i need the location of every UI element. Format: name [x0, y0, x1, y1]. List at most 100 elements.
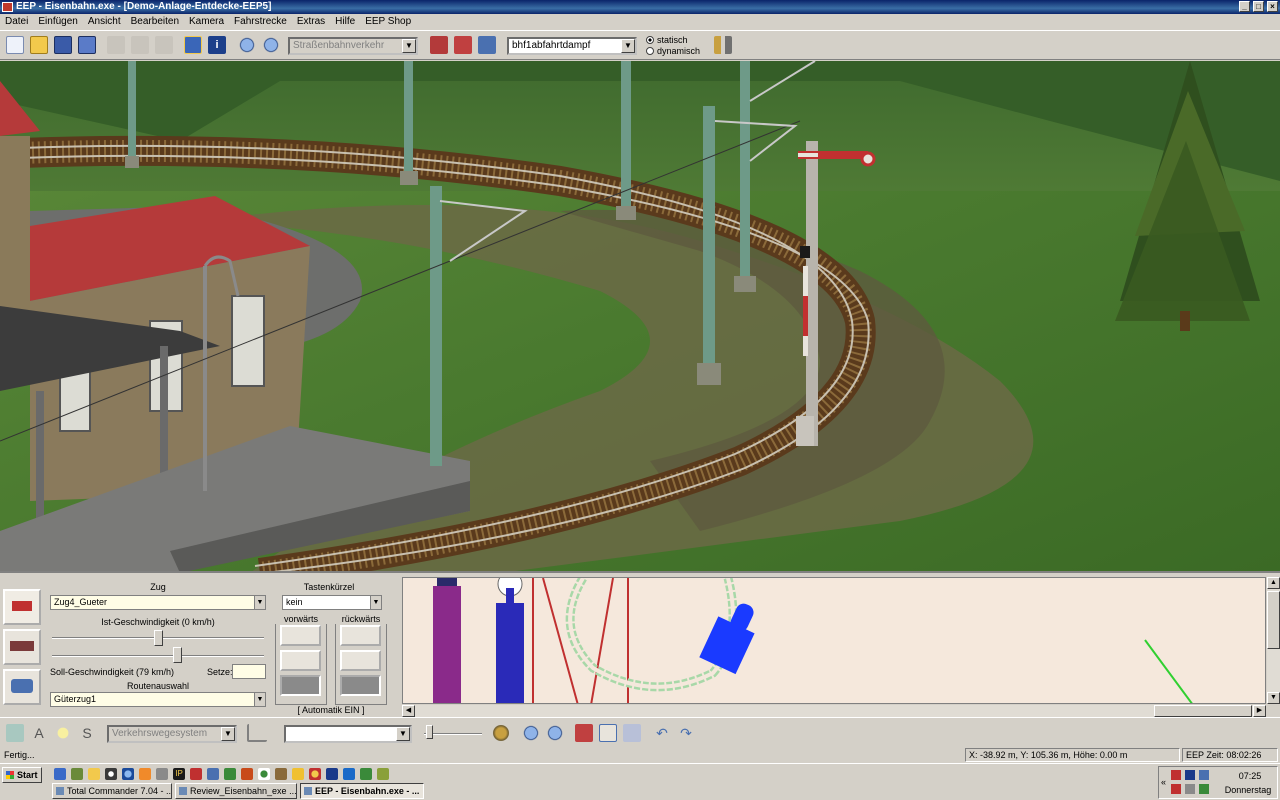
- close-button[interactable]: ×: [1267, 1, 1278, 12]
- shortcut-select[interactable]: kein ▼: [282, 595, 382, 610]
- track-plan-canvas[interactable]: [402, 577, 1266, 704]
- start-button[interactable]: Start: [2, 767, 42, 783]
- vertical-scroll-thumb[interactable]: [1267, 591, 1280, 649]
- edit-mode-icon[interactable]: [184, 36, 202, 54]
- forward-train-button[interactable]: [280, 625, 321, 646]
- tray-icon-1[interactable]: [1171, 770, 1181, 780]
- plan-horizontal-scrollbar[interactable]: ◀ ▶: [402, 705, 1266, 717]
- cube-icon[interactable]: [623, 724, 641, 742]
- task-total-commander[interactable]: Total Commander 7.04 - ...: [52, 783, 172, 799]
- zoom-in-icon[interactable]: [238, 36, 256, 54]
- scroll-right-icon[interactable]: ▶: [1253, 705, 1266, 717]
- camera-train-button[interactable]: [3, 669, 41, 705]
- train-select[interactable]: Zug4_Gueter ▼: [50, 595, 266, 610]
- quicklaunch-globe-icon[interactable]: [258, 768, 270, 780]
- minimize-button[interactable]: _: [1239, 1, 1250, 12]
- open-folder-icon[interactable]: [30, 36, 48, 54]
- menu-hilfe[interactable]: Hilfe: [330, 14, 360, 30]
- train-settings-icon[interactable]: [454, 36, 472, 54]
- menu-extras[interactable]: Extras: [292, 14, 330, 30]
- menu-datei[interactable]: Datei: [0, 14, 33, 30]
- backward-train-button[interactable]: [340, 625, 381, 646]
- quicklaunch-doc-icon[interactable]: [207, 768, 219, 780]
- menu-kamera[interactable]: Kamera: [184, 14, 229, 30]
- quicklaunch-ie-icon[interactable]: [122, 768, 134, 780]
- info-icon[interactable]: i: [208, 36, 226, 54]
- radio-dynamic[interactable]: dynamisch: [646, 46, 700, 56]
- quicklaunch-explorer-icon[interactable]: [54, 768, 66, 780]
- quicklaunch-orange-icon[interactable]: [309, 768, 321, 780]
- locomotive-icon[interactable]: [430, 36, 448, 54]
- redo-icon[interactable]: ↷: [677, 724, 695, 742]
- quicklaunch-firefox-icon[interactable]: [139, 768, 151, 780]
- radio-static[interactable]: statisch: [646, 35, 688, 45]
- signal-system-select[interactable]: Verkehrswegesystem ▼: [107, 725, 237, 743]
- train-icon-button-2[interactable]: [3, 629, 41, 665]
- quicklaunch-star-icon[interactable]: [292, 768, 304, 780]
- set-speed-input[interactable]: [232, 664, 266, 679]
- quicklaunch-k-icon[interactable]: [343, 768, 355, 780]
- tray-icon-3[interactable]: [1199, 770, 1209, 780]
- zoom-in-plan-icon[interactable]: [522, 724, 540, 742]
- 3d-viewport[interactable]: [0, 61, 1280, 573]
- quicklaunch-brush-icon[interactable]: [275, 768, 287, 780]
- quicklaunch-ip-icon[interactable]: IP: [173, 768, 185, 780]
- quicklaunch-check-icon[interactable]: [224, 768, 236, 780]
- reset-icon[interactable]: [492, 724, 510, 742]
- locomotive-plan-icon[interactable]: [575, 724, 593, 742]
- forward-uncouple-button[interactable]: [280, 675, 321, 696]
- automatic-status[interactable]: [ Automatik EIN ]: [275, 705, 387, 715]
- save-icon[interactable]: [54, 36, 72, 54]
- quicklaunch-blue-icon[interactable]: [326, 768, 338, 780]
- height-slider-icon[interactable]: [247, 724, 267, 742]
- task-eep[interactable]: EEP - Eisenbahn.exe - ...: [300, 783, 424, 799]
- track-type-select[interactable]: Straßenbahnverkehr ▼: [288, 37, 418, 55]
- quicklaunch-edit-icon[interactable]: [71, 768, 83, 780]
- tools-icon[interactable]: [714, 36, 732, 54]
- tray-icon-2[interactable]: [1185, 770, 1195, 780]
- target-speed-slider[interactable]: [173, 647, 182, 663]
- quicklaunch-tool-icon[interactable]: [156, 768, 168, 780]
- quicklaunch-red-icon[interactable]: [190, 768, 202, 780]
- quicklaunch-green-icon[interactable]: [360, 768, 372, 780]
- scroll-down-icon[interactable]: ▼: [1267, 692, 1280, 704]
- menu-einfuegen[interactable]: Einfügen: [33, 14, 82, 30]
- camera-train-icon[interactable]: [478, 36, 496, 54]
- sound-select[interactable]: bhf1abfahrtdampf ▼: [507, 37, 637, 55]
- grid-icon[interactable]: [6, 724, 24, 742]
- train-icon-button-1[interactable]: [3, 589, 41, 625]
- maximize-button[interactable]: □: [1253, 1, 1264, 12]
- horizontal-scroll-thumb[interactable]: [1154, 705, 1252, 717]
- quicklaunch-folder-icon[interactable]: [88, 768, 100, 780]
- zoom-out-plan-icon[interactable]: [546, 724, 564, 742]
- plan-vertical-scrollbar[interactable]: ▲ ▼: [1267, 577, 1280, 704]
- zoom-out-icon[interactable]: [262, 36, 280, 54]
- new-file-icon[interactable]: [6, 36, 24, 54]
- menu-ansicht[interactable]: Ansicht: [83, 14, 126, 30]
- scroll-left-icon[interactable]: ◀: [402, 705, 415, 717]
- backward-couple-button[interactable]: [340, 650, 381, 671]
- undo-icon[interactable]: ↶: [653, 724, 671, 742]
- tray-icon-6[interactable]: [1199, 784, 1209, 794]
- edit-properties-icon[interactable]: [599, 724, 617, 742]
- forward-couple-button[interactable]: [280, 650, 321, 671]
- quicklaunch-media-icon[interactable]: [241, 768, 253, 780]
- actual-speed-slider[interactable]: [154, 630, 163, 646]
- light-bulb-icon[interactable]: [54, 724, 72, 742]
- quicklaunch-train-icon[interactable]: [377, 768, 389, 780]
- quicklaunch-disc-icon[interactable]: [105, 768, 117, 780]
- menu-bearbeiten[interactable]: Bearbeiten: [126, 14, 184, 30]
- menu-fahrstrecke[interactable]: Fahrstrecke: [229, 14, 292, 30]
- cut-icon[interactable]: [107, 36, 125, 54]
- tray-expand-icon[interactable]: «: [1161, 777, 1166, 787]
- task-review[interactable]: Review_Eisenbahn_exe ...: [175, 783, 297, 799]
- text-tool-icon[interactable]: A: [30, 724, 48, 742]
- tray-icon-5[interactable]: [1185, 784, 1195, 794]
- tray-icon-4[interactable]: [1171, 784, 1181, 794]
- backward-uncouple-button[interactable]: [340, 675, 381, 696]
- route-select[interactable]: Güterzug1 ▼: [50, 692, 266, 707]
- clock-time[interactable]: 07:25: [1225, 771, 1275, 781]
- save-as-icon[interactable]: [78, 36, 96, 54]
- object-select[interactable]: ▼: [284, 725, 412, 743]
- menu-eep-shop[interactable]: EEP Shop: [360, 14, 416, 30]
